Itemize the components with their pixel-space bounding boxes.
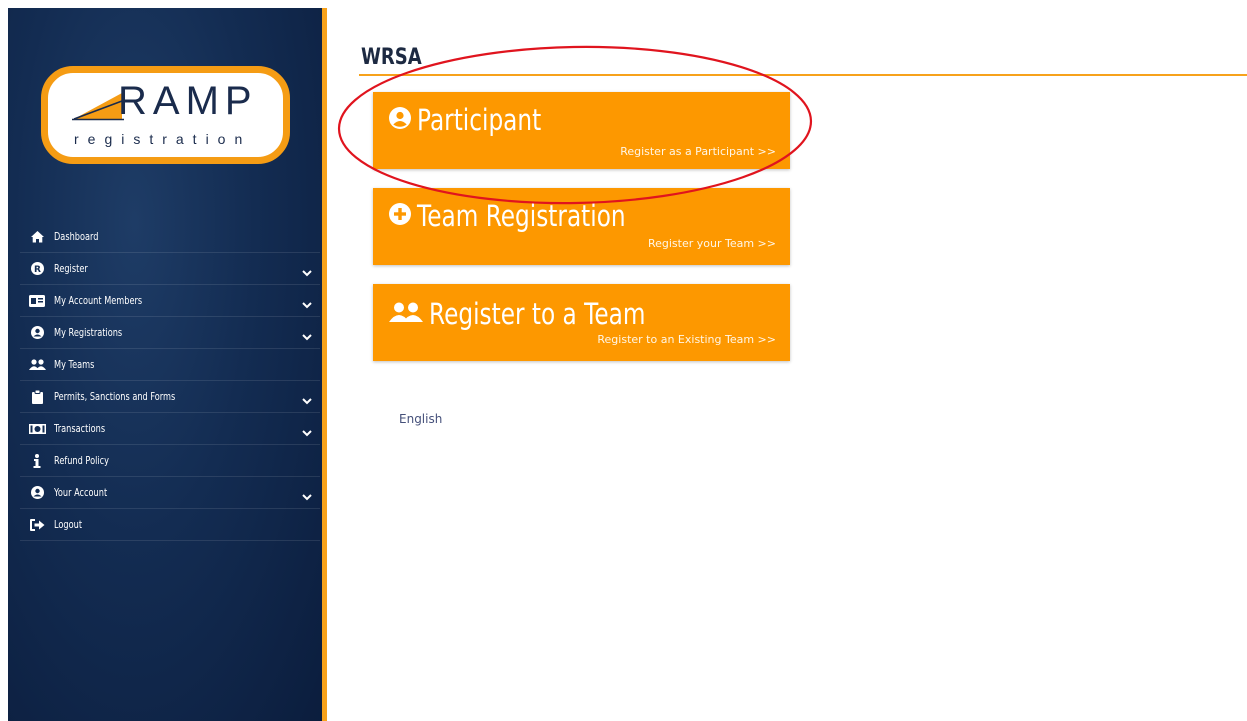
register-team-link[interactable]: Register your Team >> [648, 237, 776, 250]
card-title: Register to a Team [429, 297, 646, 331]
register-participant-link[interactable]: Register as a Participant >> [620, 145, 776, 158]
card-title: Team Registration [417, 199, 626, 233]
sidebar-nav: Dashboard R Register My Account Members … [20, 221, 320, 541]
sidebar-item-label: Logout [54, 518, 83, 531]
info-icon [24, 453, 50, 468]
register-existing-team-link[interactable]: Register to an Existing Team >> [597, 333, 776, 346]
sidebar-item-label: Transactions [54, 422, 106, 435]
chevron-down-icon [302, 328, 312, 346]
logo-brand-text: RAMP [118, 79, 258, 123]
user-circle-icon [389, 106, 411, 134]
r-circle-icon: R [24, 262, 50, 275]
participant-card[interactable]: Participant Register as a Participant >> [373, 92, 790, 169]
sidebar-item-label: My Account Members [54, 294, 143, 307]
user-circle-icon [24, 486, 50, 499]
team-registration-card[interactable]: Team Registration Register your Team >> [373, 188, 790, 265]
user-circle-icon [24, 326, 50, 339]
logo-sub-text: registration [74, 131, 252, 147]
sidebar-item-label: Register [54, 262, 88, 275]
sign-out-icon [24, 518, 50, 531]
sidebar-item-label: My Teams [54, 358, 95, 371]
sidebar-item-label: Your Account [54, 486, 108, 499]
sidebar-item-my-teams[interactable]: My Teams [20, 349, 320, 381]
sidebar-item-refund-policy[interactable]: Refund Policy [20, 445, 320, 477]
home-icon [24, 230, 50, 243]
card-title: Participant [417, 103, 542, 137]
chevron-down-icon [302, 392, 312, 410]
chevron-down-icon [302, 296, 312, 314]
page-title: WRSA [361, 45, 422, 70]
sidebar-accent-border [322, 8, 327, 721]
logo-swoosh-icon [72, 93, 124, 121]
sidebar-item-account-members[interactable]: My Account Members [20, 285, 320, 317]
sidebar-item-logout[interactable]: Logout [20, 509, 320, 541]
plus-circle-icon [389, 202, 411, 230]
sidebar-item-dashboard[interactable]: Dashboard [20, 221, 320, 253]
sidebar-item-my-registrations[interactable]: My Registrations [20, 317, 320, 349]
sidebar-item-transactions[interactable]: Transactions [20, 413, 320, 445]
language-selector[interactable]: English [399, 412, 442, 426]
sidebar-item-register[interactable]: R Register [20, 253, 320, 285]
sidebar-item-your-account[interactable]: Your Account [20, 477, 320, 509]
clipboard-icon [24, 389, 50, 404]
users-icon [389, 302, 423, 327]
sidebar-item-label: My Registrations [54, 326, 123, 339]
users-icon [24, 359, 50, 370]
sidebar-item-label: Dashboard [54, 230, 99, 243]
ramp-logo[interactable]: RAMP registration [41, 66, 290, 164]
sidebar-item-label: Refund Policy [54, 454, 109, 467]
sidebar-item-label: Permits, Sanctions and Forms [54, 390, 176, 403]
money-bill-icon [24, 423, 50, 434]
sidebar-item-permits[interactable]: Permits, Sanctions and Forms [20, 381, 320, 413]
sidebar: RAMP registration Dashboard R Register M… [8, 8, 324, 721]
id-card-icon [24, 294, 50, 307]
chevron-down-icon [302, 424, 312, 442]
chevron-down-icon [302, 488, 312, 506]
chevron-down-icon [302, 264, 312, 282]
svg-text:R: R [34, 265, 41, 275]
register-to-team-card[interactable]: Register to a Team Register to an Existi… [373, 284, 790, 361]
title-divider [359, 74, 1247, 76]
